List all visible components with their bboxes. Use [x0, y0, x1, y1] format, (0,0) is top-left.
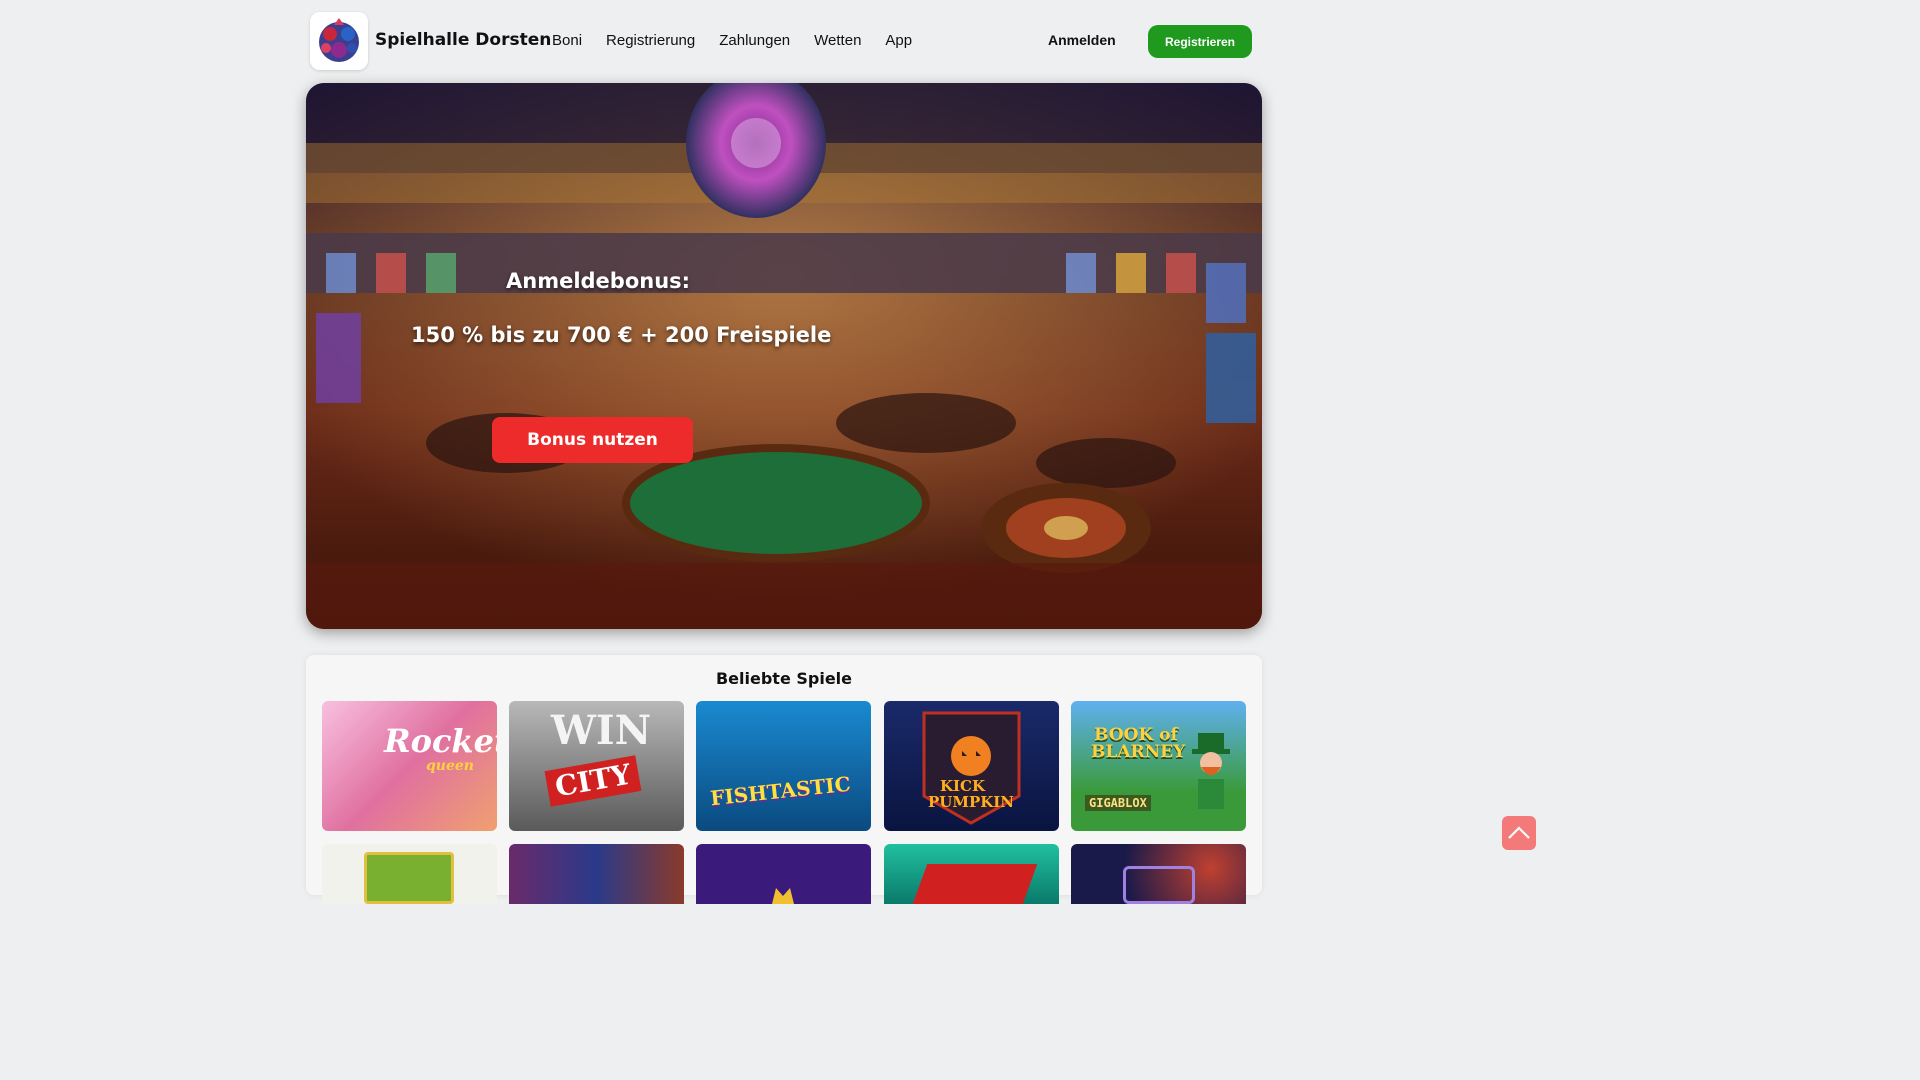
hero-title: Anmeldebonus: — [506, 269, 691, 293]
game-title: KICK — [940, 777, 986, 795]
section-heading: Beliebte Spiele — [715, 669, 853, 688]
game-tile-rocket-queen[interactable]: Rocket queen — [322, 701, 497, 831]
scroll-top-button[interactable] — [1502, 816, 1536, 850]
nav-wetten[interactable]: Wetten — [814, 32, 861, 49]
game-tile-row2-5[interactable] — [1071, 844, 1246, 904]
game-tile-book-of-blarney[interactable]: BOOK of BLARNEY GIGABLOX — [1071, 701, 1246, 831]
popular-games-section: Beliebte Spiele Rocket queen WIN CITY FI… — [306, 655, 1262, 904]
login-link[interactable]: Anmelden — [1048, 32, 1116, 48]
game-tile-row2-1[interactable] — [322, 844, 497, 904]
main-nav: Boni Registrierung Zahlungen Wetten App — [552, 32, 936, 49]
casino-hall-image — [306, 83, 1262, 629]
game-subtitle: CITY — [544, 755, 642, 807]
chevron-up-icon — [1508, 826, 1530, 839]
game-tile-win-city[interactable]: WIN CITY — [509, 701, 684, 831]
game-title: FISHTASTIC — [709, 771, 852, 811]
nav-zahlungen[interactable]: Zahlungen — [719, 32, 790, 49]
casino-logo-icon[interactable] — [310, 12, 368, 70]
game-tile-row2-3[interactable] — [696, 844, 871, 904]
site-header: Spielhalle Dorsten Boni Registrierung Za… — [310, 12, 1252, 70]
nav-registrierung[interactable]: Registrierung — [606, 32, 695, 49]
nav-boni[interactable]: Boni — [552, 32, 582, 49]
game-tile-row2-2[interactable] — [509, 844, 684, 904]
game-subtitle: queen — [426, 758, 474, 774]
leprechaun-icon — [1192, 733, 1230, 809]
crown-icon — [772, 888, 794, 904]
pumpkin-icon — [922, 711, 1021, 825]
bonus-button[interactable]: Bonus nutzen — [492, 417, 693, 463]
game-tile-fishtastic[interactable]: FISHTASTIC — [696, 701, 871, 831]
game-title: WIN — [551, 707, 652, 754]
hero-offer: 150 % bis zu 700 € + 200 Freispiele — [411, 323, 832, 347]
nav-app[interactable]: App — [885, 32, 912, 49]
game-subtitle: PUMPKIN — [928, 793, 1015, 811]
game-tile-kick-pumpkin[interactable]: KICK PUMPKIN — [884, 701, 1059, 831]
brand-name[interactable]: Spielhalle Dorsten — [375, 30, 551, 50]
game-tile-row2-4[interactable] — [884, 844, 1059, 904]
hero-banner: Anmeldebonus: 150 % bis zu 700 € + 200 F… — [306, 83, 1262, 629]
register-button[interactable]: Registrieren — [1148, 25, 1252, 58]
game-title: Rocket — [384, 722, 497, 760]
game-subtitle: GIGABLOX — [1085, 795, 1151, 811]
game-title: BOOK of BLARNEY — [1091, 725, 1186, 762]
